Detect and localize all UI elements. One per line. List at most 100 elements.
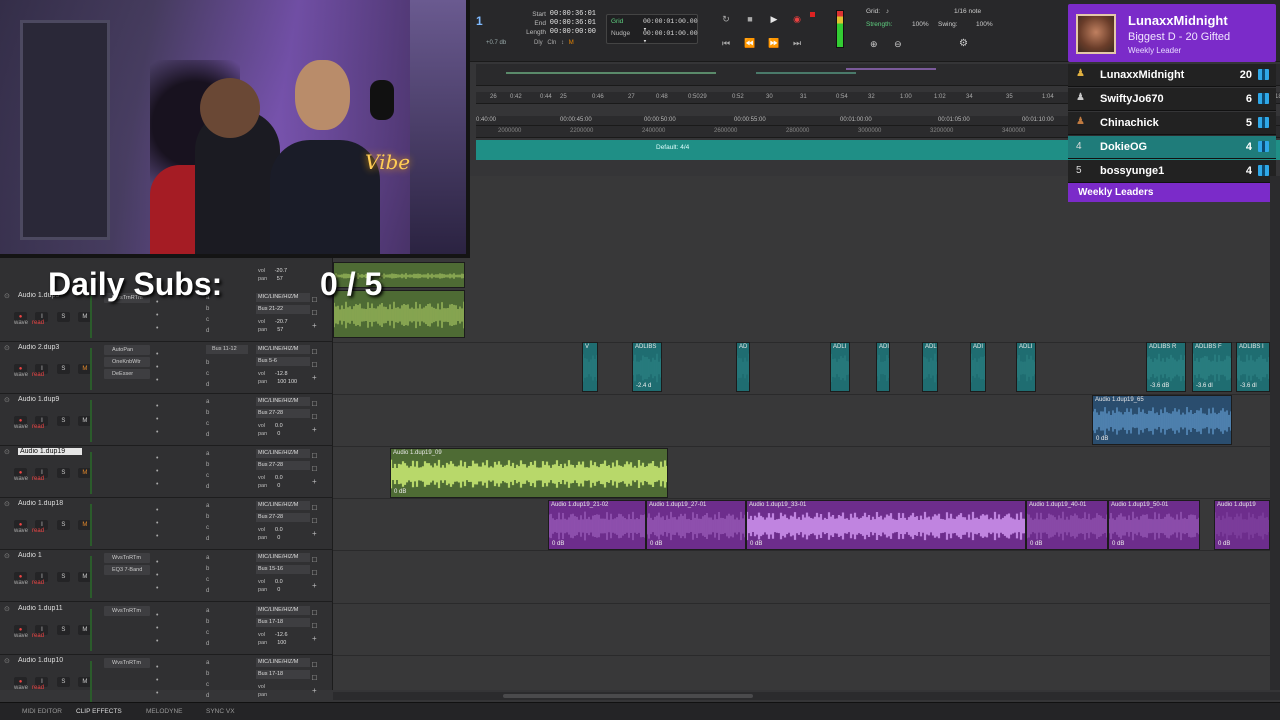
volume-value[interactable]: 0.0 — [275, 527, 283, 533]
view-mode-label[interactable]: wave — [14, 424, 28, 430]
track-side-controls[interactable]: □ □ + — [312, 397, 317, 436]
audio-clip[interactable]: ADLI — [1016, 342, 1036, 392]
insert-slot[interactable]: OneKnbWtr — [104, 357, 150, 367]
automation-mode-label[interactable]: read — [32, 372, 44, 378]
input-selector[interactable]: MIC/LINE/HIZ/M — [256, 293, 310, 302]
audio-clip[interactable]: Audio 1.dup19 0 dB — [1214, 500, 1270, 550]
track-header[interactable]: ⊙ Audio 1.dup9 ● I S M wave read • • • abcd… — [0, 394, 333, 446]
track-view-selector[interactable]: wave read — [14, 476, 44, 482]
audio-clip[interactable]: ADLIBS -2.4 d — [632, 342, 662, 392]
track-power-icon[interactable]: ⊙ — [4, 396, 10, 404]
audio-clip[interactable]: ADLIBS F -3.6 dl — [1192, 342, 1232, 392]
track-power-icon[interactable]: ⊙ — [4, 344, 10, 352]
end-value[interactable]: 00:00:36:01 — [546, 19, 596, 28]
audio-clip[interactable]: AD — [736, 342, 750, 392]
automation-mode-label[interactable]: read — [32, 476, 44, 482]
track-power-icon[interactable]: ⊙ — [4, 448, 10, 456]
track-power-icon[interactable]: ⊙ — [4, 292, 10, 300]
solo-button[interactable]: S — [56, 312, 70, 322]
audio-clip[interactable]: ADI — [876, 342, 890, 392]
pan-value[interactable]: 0 — [277, 431, 280, 437]
solo-button[interactable]: S — [56, 677, 70, 687]
view-mode-label[interactable]: wave — [14, 633, 28, 639]
audio-clip[interactable]: Audio 1.dup19_50-01 0 dB — [1108, 500, 1200, 550]
output-selector[interactable]: Bus 15-16 — [256, 565, 310, 574]
input-selector[interactable]: MIC/LINE/HIZ/M — [256, 345, 310, 354]
go-to-end-icon[interactable]: ⏭ — [789, 36, 805, 50]
pan-value[interactable]: 0 — [277, 535, 280, 541]
audio-clip[interactable]: Audio 1.dup19_40-01 0 dB — [1026, 500, 1108, 550]
output-selector[interactable]: Bus 17-18 — [256, 670, 310, 679]
swing-value[interactable]: 100% — [976, 21, 993, 28]
track-view-selector[interactable]: wave read — [14, 424, 44, 430]
track-view-selector[interactable]: wave read — [14, 320, 44, 326]
audio-clip[interactable]: Audio 1.dup19_27-01 0 dB — [646, 500, 746, 550]
mode-toggle[interactable]: M — [569, 40, 574, 46]
insert-slot[interactable]: DeEsser — [104, 369, 150, 379]
insert-slot[interactable]: EQ3 7-Band — [104, 565, 150, 575]
track-side-controls[interactable]: □ □ + — [312, 606, 317, 645]
gear-icon[interactable]: ⚙ — [959, 38, 968, 49]
zoom-out-icon[interactable]: ⊖ — [894, 39, 902, 49]
output-selector[interactable]: Bus 27-28 — [256, 513, 310, 522]
insert-slot[interactable]: AutoPan — [104, 345, 150, 355]
volume-value[interactable]: 0.0 — [275, 579, 283, 585]
audio-clip[interactable]: ADL — [922, 342, 938, 392]
pan-value[interactable]: 57 — [277, 327, 283, 333]
track-header[interactable]: ⊙ Audio 1.dup10 ● I S M wave read WvsTnRT… — [0, 655, 333, 707]
cln-toggle[interactable]: Cln — [547, 40, 556, 46]
audio-clip[interactable]: ADLIBS I -3.6 dl — [1236, 342, 1270, 392]
pan-value[interactable]: 100 — [277, 640, 286, 646]
send-slot[interactable]: Bus 11-12 — [206, 345, 248, 354]
audio-clip[interactable]: Audio 1.dup19_65 0 dB — [1092, 395, 1232, 445]
pan-value[interactable]: 100 100 — [277, 379, 297, 385]
solo-button[interactable]: S — [56, 364, 70, 374]
track-view-selector[interactable]: wave read — [14, 580, 44, 586]
fast-forward-icon[interactable]: ⏩ — [766, 36, 782, 50]
view-mode-label[interactable]: wave — [14, 528, 28, 534]
input-selector[interactable]: MIC/LINE/HIZ/M — [256, 606, 310, 615]
track-view-selector[interactable]: wave read — [14, 528, 44, 534]
track-power-icon[interactable]: ⊙ — [4, 552, 10, 560]
output-selector[interactable]: Bus 27-28 — [256, 461, 310, 470]
go-to-start-icon[interactable]: ⏮ — [718, 36, 734, 50]
audio-clip[interactable]: ADI — [970, 342, 986, 392]
solo-button[interactable]: S — [56, 520, 70, 530]
insert-slot[interactable]: WvsTnRTm — [104, 658, 150, 668]
volume-value[interactable]: 0.0 — [275, 423, 283, 429]
track-view-selector[interactable]: wave read — [14, 372, 44, 378]
output-selector[interactable]: Bus 21-22 — [256, 305, 310, 314]
track-name[interactable]: Audio 1.dup11 — [18, 605, 82, 612]
track-view-selector[interactable]: wave read — [14, 633, 44, 639]
record-icon[interactable]: ◉ — [789, 12, 805, 26]
volume-value[interactable]: -12.6 — [275, 632, 288, 638]
tab-midi-editor[interactable]: MIDI EDITOR — [22, 708, 62, 715]
solo-button[interactable]: S — [56, 468, 70, 478]
track-power-icon[interactable]: ⊙ — [4, 605, 10, 613]
track-side-controls[interactable]: □ □ + — [312, 345, 317, 384]
output-selector[interactable]: Bus 27-28 — [256, 409, 310, 418]
input-selector[interactable]: MIC/LINE/HIZ/M — [256, 658, 310, 667]
audio-clip[interactable]: ADLIBS R -3.6 dB — [1146, 342, 1186, 392]
automation-mode-label[interactable]: read — [32, 424, 44, 430]
track-power-icon[interactable]: ⊙ — [4, 657, 10, 665]
pan-value[interactable]: 0 — [277, 587, 280, 593]
track-name[interactable]: Audio 1 — [18, 552, 82, 559]
volume-value[interactable]: 0.0 — [275, 475, 283, 481]
play-icon[interactable]: ▶ — [766, 12, 782, 26]
track-header[interactable]: ⊙ Audio 1.dup18 ● I S M wave read • • • abc… — [0, 498, 333, 550]
input-selector[interactable]: MIC/LINE/HIZ/M — [256, 397, 310, 406]
loop-icon[interactable]: ↻ — [718, 12, 734, 26]
dly-toggle[interactable]: Dly — [534, 40, 543, 46]
track-header[interactable]: ⊙ Audio 1 ● I S M wave read WvsTnRTm EQ3 7… — [0, 550, 333, 602]
input-selector[interactable]: MIC/LINE/HIZ/M — [256, 501, 310, 510]
track-name[interactable]: Audio 1.dup9 — [18, 396, 82, 403]
track-side-controls[interactable]: □ □ + — [312, 553, 317, 592]
audio-clip[interactable]: ADLI — [830, 342, 850, 392]
insert-slot[interactable]: WvsTnRTm — [104, 553, 150, 563]
audio-clip[interactable]: Audio 1.dup19_33-01 0 dB — [746, 500, 1026, 550]
view-mode-label[interactable]: wave — [14, 685, 28, 691]
solo-button[interactable]: S — [56, 416, 70, 426]
audio-clip[interactable]: Audio 1.dup19_09 0 dB — [390, 448, 668, 498]
track-name[interactable]: Audio 1.dup18 — [18, 500, 82, 507]
